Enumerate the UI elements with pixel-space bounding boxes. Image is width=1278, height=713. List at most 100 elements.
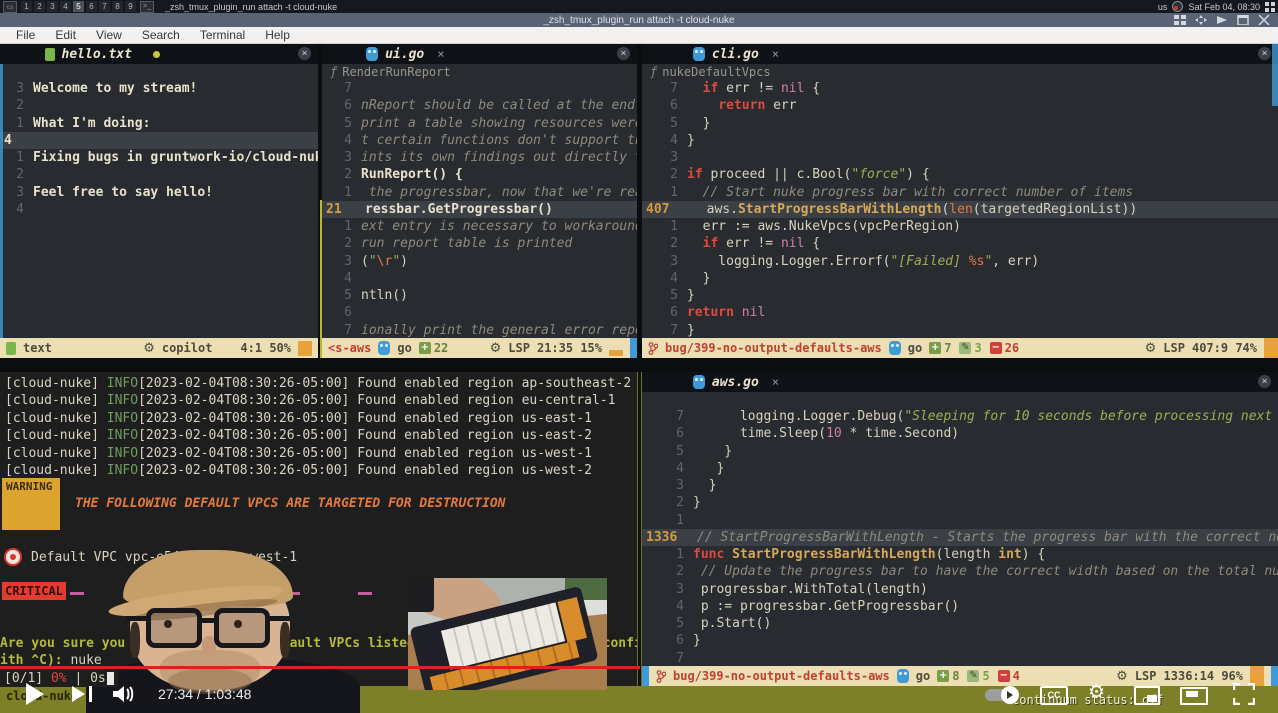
tabline: cli.go × × — [642, 44, 1278, 64]
code-line: 2if proceed || c.Bool("force") { — [642, 166, 1278, 183]
workspace-button-7[interactable]: 7 — [99, 1, 110, 12]
glasses-right-lens — [214, 608, 270, 648]
play-button[interactable] — [26, 683, 44, 705]
pane-close-icon[interactable]: × — [1258, 47, 1271, 60]
menu-edit[interactable]: Edit — [45, 28, 86, 42]
workspace-grid-icon[interactable] — [1265, 2, 1275, 12]
code-area[interactable]: 76nReport should be called at the end of… — [322, 80, 637, 339]
breadcrumb: ƒ nukeDefaultVpcs — [642, 64, 1278, 80]
go-icon — [693, 375, 705, 389]
move-icon[interactable] — [1195, 15, 1207, 25]
tab-close-icon[interactable]: × — [437, 47, 444, 61]
gadget — [408, 578, 434, 612]
theater-mode-button[interactable] — [1180, 687, 1208, 705]
tab-aws-go[interactable]: aws.go × — [693, 375, 779, 390]
scrollbar-indicator[interactable] — [0, 64, 3, 338]
scrollbar-indicator[interactable] — [1272, 44, 1278, 106]
taskbar-window-title[interactable]: _zsh_tmux_plugin_run attach -t cloud-nuk… — [165, 2, 337, 12]
tab-hello-txt[interactable]: hello.txt — [45, 47, 160, 62]
pane-gap — [0, 358, 1278, 372]
log-line: [cloud-nuke] INFO[2023-02-04T08:30:26-05… — [0, 427, 637, 444]
glasses-bridge — [198, 618, 216, 623]
workspace-button-6[interactable]: 6 — [86, 1, 97, 12]
maximize-icon[interactable] — [1237, 15, 1249, 25]
tab-ui-go[interactable]: ui.go × — [366, 47, 444, 62]
statusline-accent-block — [298, 341, 312, 356]
code-line: 407 aws.StartProgressBarWithLength(len(t… — [642, 201, 1278, 218]
keyboard-layout-indicator[interactable]: us — [1158, 2, 1168, 12]
workspace-button-1[interactable]: 1 — [21, 1, 32, 12]
workspace-button-2[interactable]: 2 — [34, 1, 45, 12]
menu-bar: FileEditViewSearchTerminalHelp — [0, 27, 1278, 44]
cursor-position: 21:35 15% — [537, 341, 602, 355]
system-tray: us Sat Feb 04, 08:30 — [1158, 1, 1278, 12]
captions-button[interactable]: CC — [1040, 686, 1068, 705]
workspace-button-8[interactable]: 8 — [112, 1, 123, 12]
code-line: 6 — [322, 304, 637, 321]
tab-close-icon[interactable]: × — [772, 47, 779, 61]
lang-label: go — [908, 341, 922, 355]
code-area[interactable]: 7 if err != nil {6 return err5 }4}32if p… — [642, 80, 1278, 339]
window-title-bar: _zsh_tmux_plugin_run attach -t cloud-nuk… — [0, 13, 1278, 27]
miniplayer-button[interactable] — [1134, 686, 1160, 705]
tile-icon[interactable] — [1174, 15, 1186, 25]
pane-separator[interactable] — [637, 372, 642, 713]
git-branch-label: bug/399-no-output-defaults-aws — [665, 341, 882, 355]
fullscreen-button[interactable] — [1233, 683, 1255, 705]
recorder-icon[interactable] — [1172, 1, 1183, 12]
workspace-switcher: 123456789 — [20, 1, 137, 12]
code-line: 3 — [642, 149, 1278, 166]
close-window-icon[interactable] — [1258, 15, 1270, 25]
settings-gear-icon[interactable]: ⚙ — [1088, 681, 1105, 703]
menu-terminal[interactable]: Terminal — [190, 28, 255, 42]
next-button[interactable] — [72, 686, 92, 707]
workspace-button-4[interactable]: 4 — [60, 1, 71, 12]
pane-close-icon[interactable]: × — [617, 47, 630, 60]
diff-badge-mod: ✎3 — [959, 341, 981, 355]
tab-cli-go[interactable]: cli.go × — [693, 47, 779, 62]
autoplay-toggle[interactable] — [985, 689, 1019, 701]
filetype-label: text — [23, 341, 52, 355]
volume-icon[interactable] — [113, 685, 137, 703]
code-line: 5 } — [642, 443, 1278, 460]
log-line: [cloud-nuke] INFO[2023-02-04T08:30:26-05… — [0, 462, 637, 479]
editor-pane-aws-go: aws.go × × 7 logging.Logger.Debug("Sleep… — [642, 372, 1278, 686]
code-line: 4} — [642, 132, 1278, 149]
pin-icon[interactable] — [1216, 15, 1228, 25]
statusline-cli: bug/399-no-output-defaults-aws go +7✎3−2… — [642, 338, 1278, 358]
menu-file[interactable]: File — [6, 28, 45, 42]
code-line: 5 p.Start() — [642, 615, 1278, 632]
editor-pane-ui-go: ui.go × × ƒ RenderRunReport 76nReport sh… — [322, 44, 637, 358]
lang-label: go — [397, 341, 411, 355]
pane-separator[interactable] — [637, 44, 642, 358]
workspace-button-9[interactable]: 9 — [125, 1, 136, 12]
code-area[interactable]: 7 logging.Logger.Debug("Sleeping for 10 … — [642, 408, 1278, 667]
glasses-left-lens — [146, 608, 202, 648]
scrollbar-indicator[interactable] — [630, 338, 637, 358]
sideburn — [280, 622, 290, 658]
warning-badge: WARNING — [2, 478, 60, 530]
editor-pane-hello: hello.txt × 3Welcome to my stream!21What… — [0, 44, 318, 358]
menu-help[interactable]: Help — [255, 28, 300, 42]
tab-close-icon[interactable]: × — [772, 375, 779, 389]
code-area[interactable]: 3Welcome to my stream!21What I'm doing:4… — [0, 80, 318, 218]
gear-icon: ⚙ — [143, 341, 155, 356]
screen: ▭ 123456789 >_ _zsh_tmux_plugin_run atta… — [0, 0, 1278, 713]
code-line: 4 } — [642, 460, 1278, 477]
pane-close-icon[interactable]: × — [298, 47, 311, 60]
code-line: 7ionally print the general error report,… — [322, 322, 637, 339]
menu-view[interactable]: View — [86, 28, 132, 42]
lsp-label: LSP — [508, 341, 530, 355]
pane-close-icon[interactable]: × — [1258, 375, 1271, 388]
go-icon — [366, 47, 378, 61]
clock[interactable]: Sat Feb 04, 08:30 — [1188, 2, 1260, 12]
workspace-button-3[interactable]: 3 — [47, 1, 58, 12]
code-line: 1 err := aws.NukeVpcs(vpcPerRegion) — [642, 218, 1278, 235]
menu-search[interactable]: Search — [132, 28, 190, 42]
gear-icon: ⚙ — [490, 341, 502, 356]
gear-icon: ⚙ — [1145, 341, 1157, 356]
workspace-button-5[interactable]: 5 — [73, 1, 84, 12]
code-line: 2 — [0, 166, 318, 183]
eye — [234, 620, 242, 628]
code-line: 1Fixing bugs in gruntwork-io/cloud-nuke — [0, 149, 318, 166]
